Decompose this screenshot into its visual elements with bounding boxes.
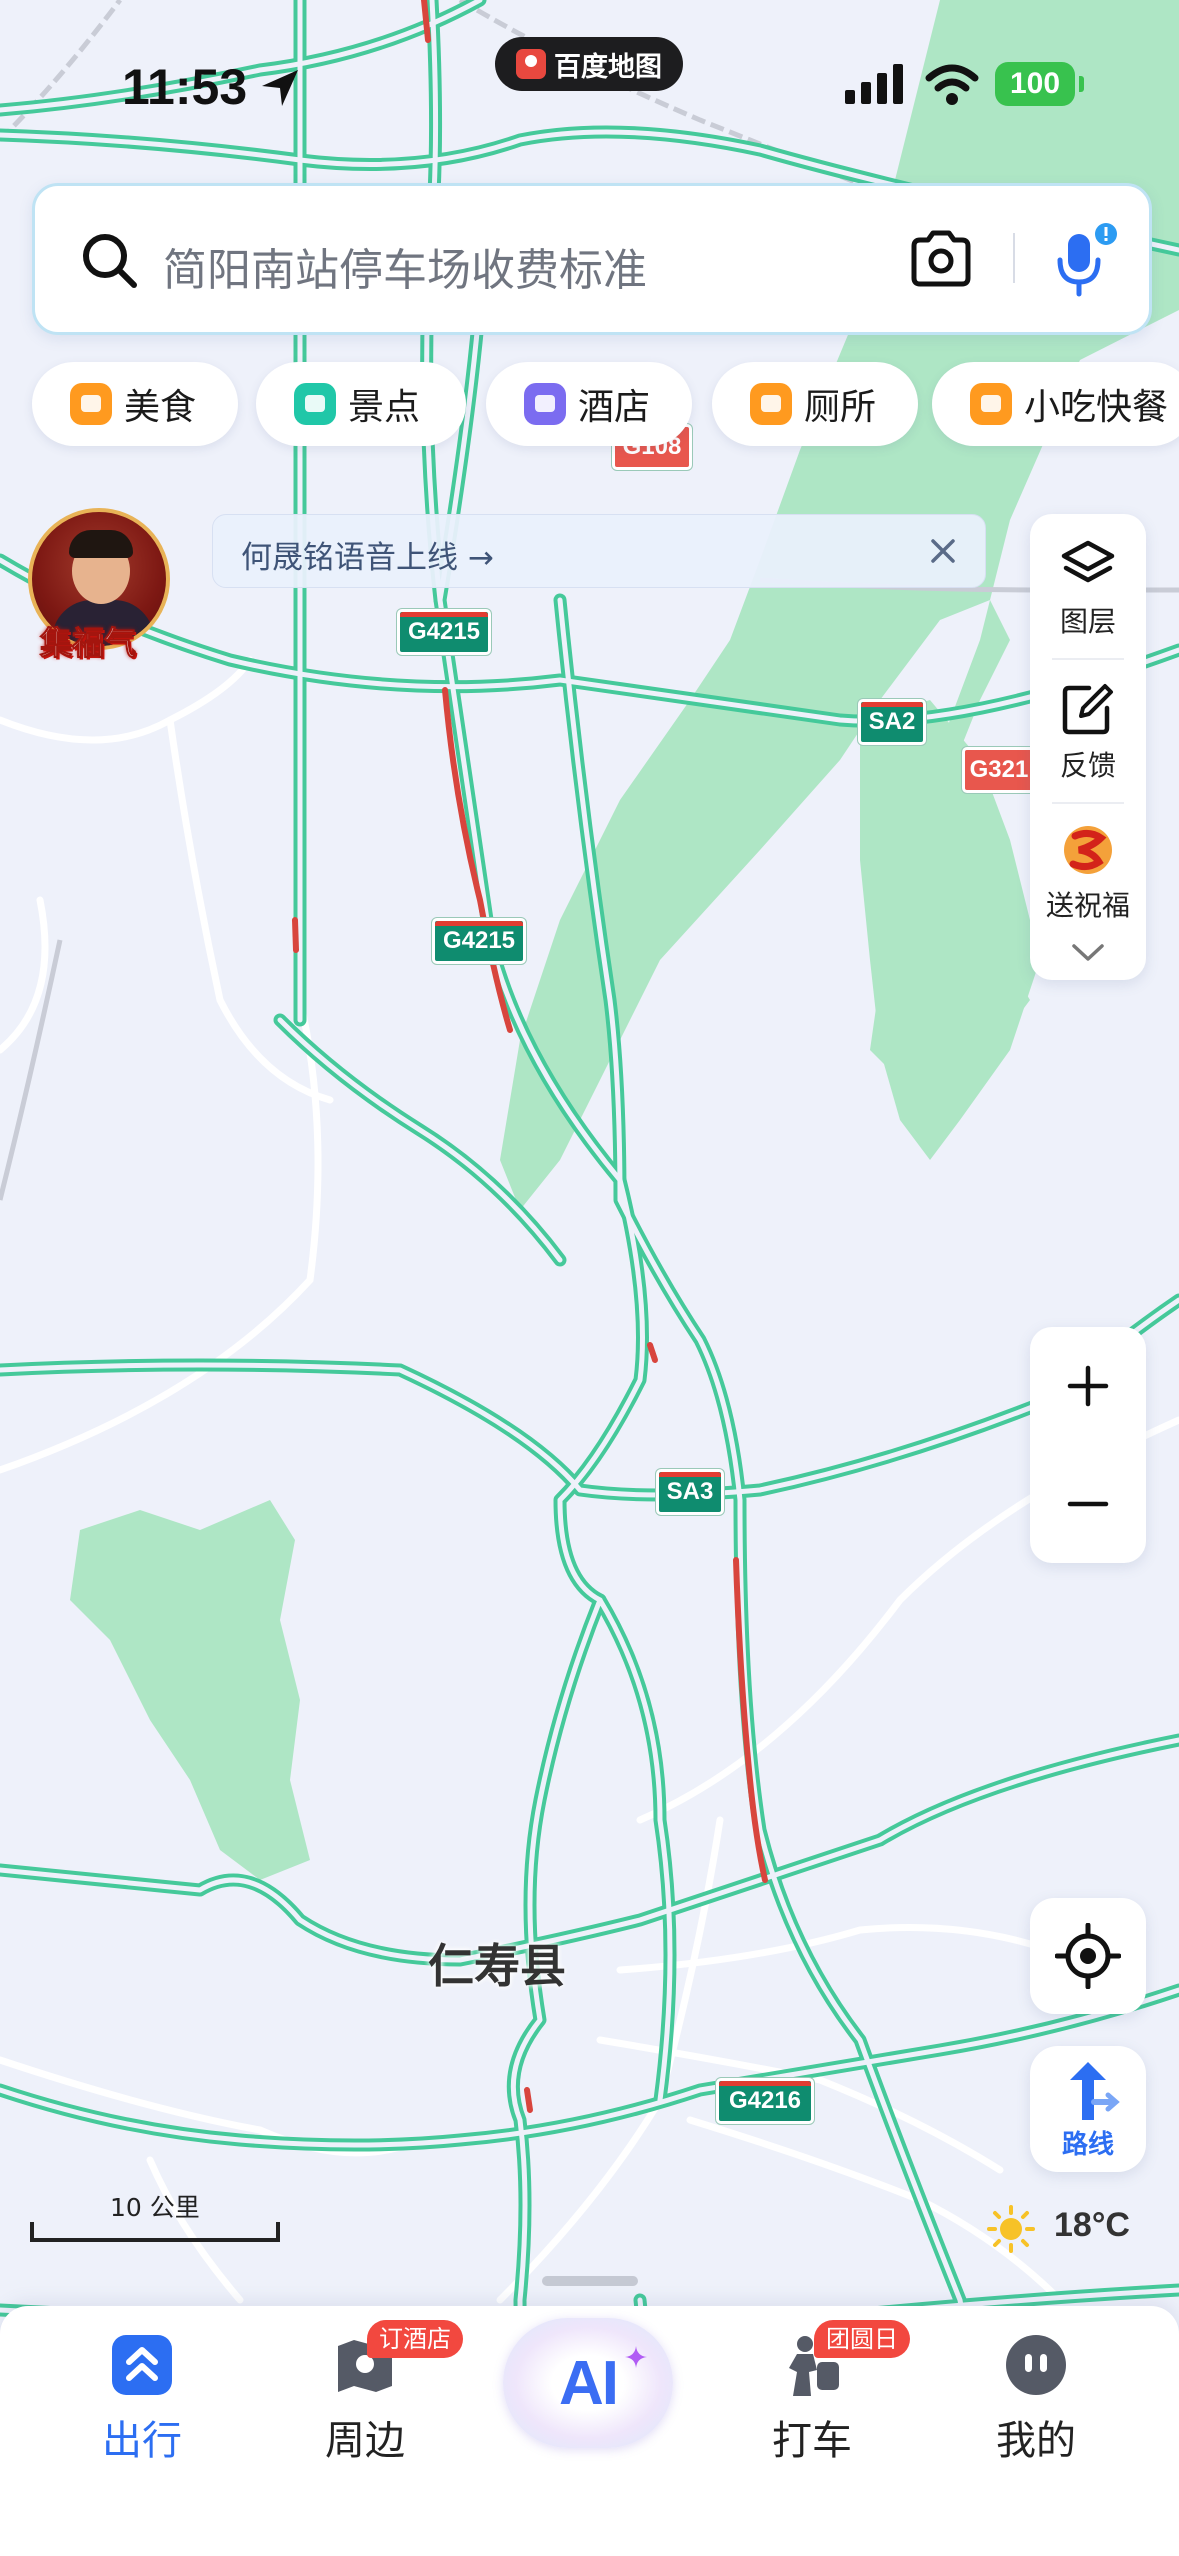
location-arrow-icon: [262, 70, 298, 106]
blessing-fu-icon: [1064, 826, 1112, 874]
tab-taxi-label: 打车: [772, 2418, 852, 2464]
chip-food[interactable]: 美食: [32, 362, 238, 446]
tab-travel[interactable]: 出行: [52, 2332, 232, 2466]
voice-promo-text[interactable]: 何晟铭语音上线 →: [241, 532, 494, 577]
crosshair-icon: [1055, 1923, 1121, 1989]
feedback-button[interactable]: 反馈: [1030, 682, 1146, 784]
scale-bar: [30, 2222, 280, 2242]
search-divider: [1013, 233, 1015, 283]
layers-icon: [1061, 540, 1115, 583]
category-chips: 美食 景点 酒店 厕所 小吃快餐: [0, 362, 1179, 448]
app-indicator-label: 百度地图: [554, 51, 662, 82]
chip-scenery[interactable]: 景点: [256, 362, 466, 446]
close-icon[interactable]: [925, 533, 961, 569]
chip-hotel[interactable]: 酒店: [486, 362, 692, 446]
temperature: 18°C: [1054, 2206, 1130, 2244]
layers-button[interactable]: 图层: [1030, 538, 1146, 640]
zoom-out-button[interactable]: [1030, 1445, 1146, 1563]
map-screen: G108 G4215 SA2 G321 G4215 SA3 G4216 仁寿县 …: [0, 0, 1179, 2556]
zoom-controls: [1030, 1327, 1146, 1563]
chip-toilet[interactable]: 厕所: [712, 362, 918, 446]
locate-me-button[interactable]: [1030, 1898, 1146, 2014]
tab-taxi[interactable]: 打车 团圆日: [722, 2320, 910, 2466]
travel-icon: [112, 2335, 172, 2395]
chip-scenery-label: 景点: [348, 387, 421, 428]
tab-profile[interactable]: 我的: [946, 2332, 1126, 2466]
cellular-signal-icon: [845, 64, 903, 104]
layers-label: 图层: [1059, 605, 1116, 638]
bottom-sheet-handle[interactable]: [542, 2276, 638, 2286]
ai-assistant-button[interactable]: AI: [503, 2318, 673, 2448]
ai-label: AI: [559, 2349, 619, 2418]
snack-icon: [970, 383, 1012, 425]
microphone-icon[interactable]: [1050, 222, 1120, 300]
food-icon: [70, 383, 112, 425]
tab-travel-label: 出行: [102, 2418, 182, 2464]
tab-nearby-label: 周边: [325, 2418, 405, 2464]
feedback-edit-icon: [1062, 684, 1113, 735]
blessing-label: 送祝福: [1045, 889, 1130, 922]
chevron-down-icon[interactable]: [1070, 942, 1106, 964]
tab-nearby[interactable]: 周边 订酒店: [275, 2320, 463, 2466]
sun-icon: [987, 2205, 1035, 2253]
chip-toilet-label: 厕所: [804, 387, 877, 428]
voice-promo-banner[interactable]: 何晟铭语音上线 →: [212, 514, 986, 588]
route-label: 路线: [1061, 2130, 1114, 2160]
status-time: 11:53: [122, 59, 248, 115]
toilet-icon: [750, 383, 792, 425]
status-bar: 11:53 百度地图 100: [0, 0, 1179, 170]
road-badge-g321: G321: [962, 747, 1036, 793]
camera-icon[interactable]: [908, 228, 974, 290]
plus-icon: [1067, 1365, 1109, 1407]
road-badge-sa2: SA2: [858, 699, 926, 745]
promo-avatar-label: 集福气: [39, 624, 137, 663]
search-input[interactable]: 简阳南站停车场收费标准: [163, 234, 647, 298]
profile-icon: [1006, 2335, 1066, 2395]
baidu-maps-logo-icon: [516, 49, 546, 79]
minus-icon: [1067, 1501, 1109, 1507]
map-scale: 10 公里: [30, 2188, 280, 2248]
map-tools-panel: 图层 反馈 送祝福: [1030, 514, 1146, 980]
road-badge-g4215-north: G4215: [397, 609, 491, 655]
scale-label: 10 公里: [110, 2193, 200, 2222]
route-arrow-icon: [1070, 2062, 1120, 2120]
chip-hotel-label: 酒店: [578, 387, 651, 428]
weather-indicator[interactable]: 18°C: [986, 2204, 1176, 2254]
bottom-tab-bar: 出行 周边 订酒店 AI 打车 团圆日 我的: [0, 2306, 1179, 2556]
route-button[interactable]: 路线: [1030, 2046, 1146, 2172]
hotel-icon: [524, 383, 566, 425]
blessing-button[interactable]: 送祝福: [1030, 820, 1146, 924]
road-badge-sa3: SA3: [656, 1469, 724, 1515]
search-icon: [83, 234, 137, 288]
sparkle-icon: [625, 2346, 647, 2368]
battery-indicator: 100: [995, 62, 1084, 106]
search-bar[interactable]: 简阳南站停车场收费标准: [32, 183, 1152, 335]
wifi-icon: [925, 64, 979, 105]
scenery-icon: [294, 383, 336, 425]
chip-snack-label: 小吃快餐: [1024, 387, 1169, 428]
road-badge-g4216: G4216: [716, 2078, 814, 2124]
chip-food-label: 美食: [124, 387, 197, 428]
feedback-label: 反馈: [1059, 749, 1116, 782]
zoom-in-button[interactable]: [1030, 1327, 1146, 1445]
chip-snack[interactable]: 小吃快餐: [932, 362, 1179, 446]
book-hotel-badge: 订酒店: [367, 2320, 463, 2358]
road-badge-g4215-south: G4215: [432, 918, 526, 964]
reunion-day-badge: 团圆日: [814, 2320, 910, 2358]
city-label[interactable]: 仁寿县: [428, 1930, 566, 1996]
app-indicator[interactable]: 百度地图: [495, 37, 683, 91]
tab-profile-label: 我的: [996, 2418, 1076, 2464]
